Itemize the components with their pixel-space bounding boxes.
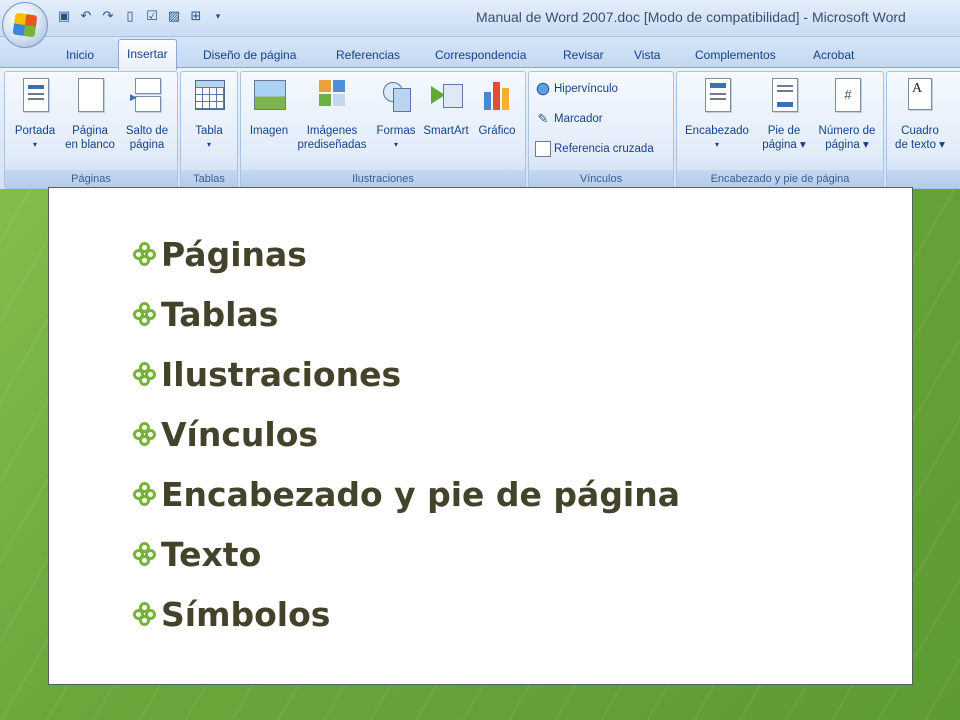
group-label-vinculos: Vínculos [529, 170, 673, 188]
tab-complementos[interactable]: Complementos [695, 43, 776, 67]
check-icon[interactable]: ☑ [144, 9, 160, 25]
redo-icon[interactable]: ↷ [100, 9, 116, 25]
page-break-icon: ▶ [130, 76, 164, 118]
group-paginas: Portada ▾ Página en blanco ▶ Salto de pá… [4, 71, 178, 189]
encabezado-button[interactable]: Encabezado ▾ [679, 76, 755, 152]
shapes-icon [379, 76, 413, 118]
imagenes-predisenadas-button[interactable]: Imágenes prediseñadas [293, 76, 371, 152]
bookmark-icon: ✎ [537, 110, 549, 126]
bullet-icon [133, 601, 157, 626]
new-document-icon[interactable]: ▯ [122, 9, 138, 25]
save-icon[interactable]: ▣ [56, 9, 72, 25]
tab-referencias[interactable]: Referencias [336, 43, 400, 67]
group-label-encabezado-pie: Encabezado y pie de página [677, 170, 883, 188]
group-ilustraciones: Imagen Imágenes prediseñadas Formas ▾ Sm… [240, 71, 526, 189]
tab-inicio[interactable]: Inicio [66, 43, 94, 67]
text-box-icon: A [903, 76, 937, 118]
tab-vista[interactable]: Vista [634, 43, 660, 67]
group-vinculos: Hipervínculo ✎ Marcador Referencia cruzad… [528, 71, 674, 189]
tab-correspondencia[interactable]: Correspondencia [435, 43, 526, 67]
pie-de-pagina-button[interactable]: Pie de página ▾ [755, 76, 813, 152]
tab-acrobat[interactable]: Acrobat [813, 43, 854, 67]
bullet-icon [133, 301, 157, 326]
customize-arrow-icon[interactable]: ▾ [210, 9, 226, 25]
cuadro-de-texto-button[interactable]: A Cuadro de texto ▾ [891, 76, 949, 152]
hierarchy-icon[interactable]: ⊞ [188, 9, 204, 25]
formas-button[interactable]: Formas ▾ [373, 76, 419, 152]
blank-page-icon [73, 76, 107, 118]
cover-page-icon [18, 76, 52, 118]
list-item: Encabezado y pie de página [133, 473, 680, 533]
pagina-en-blanco-button[interactable]: Página en blanco [61, 76, 119, 152]
referencia-cruzada-button[interactable]: Referencia cruzada [535, 140, 654, 158]
tabla-button[interactable]: Tabla ▾ [183, 76, 235, 152]
slide-content-box: Páginas Tablas Ilustraciones Vínculos En… [48, 187, 913, 685]
header-icon [700, 76, 734, 118]
bullet-icon [133, 481, 157, 506]
hipervinculo-button[interactable]: Hipervínculo [535, 80, 618, 98]
list-item: Texto [133, 533, 680, 593]
bullet-icon [133, 241, 157, 266]
hyperlink-icon [535, 80, 551, 97]
group-texto: A Cuadro de texto ▾ [886, 71, 960, 189]
group-tablas: Tabla ▾ Tablas [180, 71, 238, 189]
clip-art-icon [315, 76, 349, 118]
list-item: Vínculos [133, 413, 680, 473]
image-icon[interactable]: ▨ [166, 9, 182, 25]
office-logo-icon [12, 12, 38, 38]
quick-access-toolbar: ▣ ↶ ↷ ▯ ☑ ▨ ⊞ ▾ [56, 8, 226, 26]
picture-icon [252, 76, 286, 118]
table-icon [192, 76, 226, 118]
title-bar: ▣ ↶ ↷ ▯ ☑ ▨ ⊞ ▾ Manual de Word 2007.doc … [0, 0, 960, 37]
group-label-ilustraciones: Ilustraciones [241, 170, 525, 188]
bullet-icon [133, 361, 157, 386]
group-label-tablas: Tablas [181, 170, 237, 188]
bullet-icon [133, 541, 157, 566]
smartart-icon [429, 76, 463, 118]
marcador-button[interactable]: ✎ Marcador [535, 110, 603, 128]
grafico-button[interactable]: Gráfico [473, 76, 521, 138]
group-encabezado-pie: Encabezado ▾ Pie de página ▾ # Número de… [676, 71, 884, 189]
list-item: Ilustraciones [133, 353, 680, 413]
ribbon-tabs: Inicio Insertar Diseño de página Referen… [0, 37, 960, 70]
ribbon: Portada ▾ Página en blanco ▶ Salto de pá… [0, 67, 960, 189]
tab-diseno-de-pagina[interactable]: Diseño de página [203, 43, 296, 67]
list-item: Símbolos [133, 593, 680, 653]
chart-icon [480, 76, 514, 118]
tab-revisar[interactable]: Revisar [563, 43, 604, 67]
group-label-paginas: Páginas [5, 170, 177, 188]
undo-icon[interactable]: ↶ [78, 9, 94, 25]
group-label-texto [887, 170, 960, 188]
imagen-button[interactable]: Imagen [245, 76, 293, 138]
cross-reference-icon [535, 140, 551, 157]
list-item: Páginas [133, 233, 680, 293]
numero-de-pagina-button[interactable]: # Número de página ▾ [813, 76, 881, 152]
portada-button[interactable]: Portada ▾ [9, 76, 61, 152]
smartart-button[interactable]: SmartArt [419, 76, 473, 138]
tab-insertar[interactable]: Insertar [118, 39, 177, 70]
window-title: Manual de Word 2007.doc [Modo de compati… [476, 9, 906, 25]
page-number-icon: # [830, 76, 864, 118]
footer-icon [767, 76, 801, 118]
bullet-icon [133, 421, 157, 446]
office-button[interactable] [2, 2, 48, 48]
bullet-list: Páginas Tablas Ilustraciones Vínculos En… [133, 233, 680, 653]
salto-de-pagina-button[interactable]: ▶ Salto de página [121, 76, 173, 152]
list-item: Tablas [133, 293, 680, 353]
